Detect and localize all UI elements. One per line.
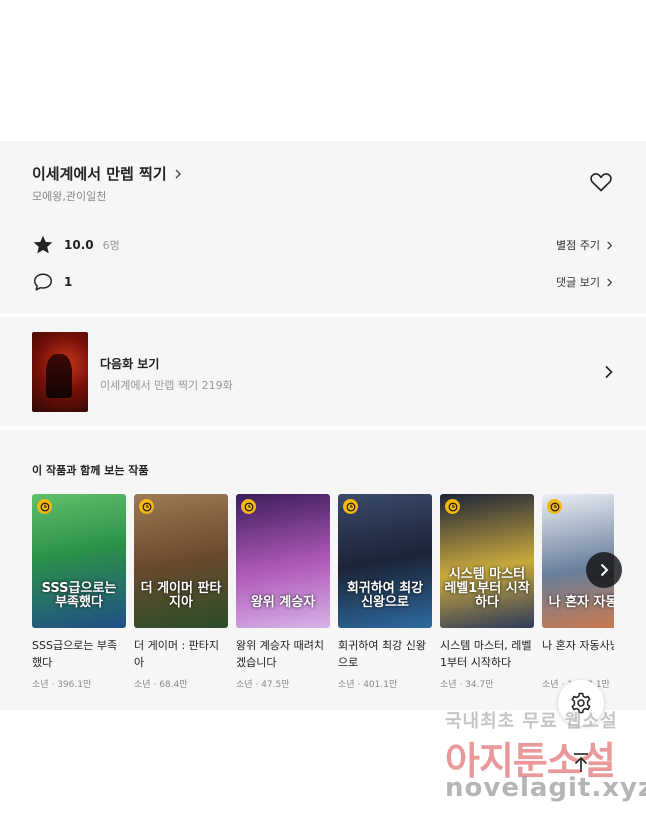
recommendation-card[interactable]: 회귀하여 최강신왕으로 회귀하여 최강 신왕으로 소년 · 401.1만	[338, 494, 432, 690]
card-meta: 소년 · 34.7만	[440, 677, 534, 690]
next-episode-subtitle: 이세계에서 만렙 찍기 219화	[100, 379, 233, 392]
clock-icon	[37, 499, 52, 514]
card-genre: 소년	[542, 680, 559, 690]
view-comments-button[interactable]: 댓글 보기	[556, 274, 614, 290]
recommendation-card[interactable]: SSS급으로는 부족했다 SSS급으로는 부족했다 소년 · 396.1만	[32, 494, 126, 690]
meta-separator: ·	[357, 680, 361, 690]
card-views: 47.5만	[261, 680, 290, 690]
star-icon	[33, 235, 53, 254]
clock-icon	[241, 499, 256, 514]
card-meta: 소년 · 401.1만	[338, 677, 432, 690]
meta-separator: ·	[153, 680, 157, 690]
chevron-right-icon	[600, 563, 609, 577]
card-genre: 소년	[134, 680, 151, 690]
card-title[interactable]: SSS급으로는 부족했다	[32, 637, 126, 671]
card-title[interactable]: 왕위 계승자 때려치겠습니다	[236, 637, 330, 671]
cover-title-art: 시스템 마스터 레벨1부터 시작하다	[444, 567, 530, 610]
card-cover[interactable]: SSS급으로는 부족했다	[32, 494, 126, 628]
heart-icon[interactable]	[589, 170, 613, 194]
rating-count: 6명	[102, 239, 120, 252]
rating-row: 10.0 6명 별점 주기	[32, 234, 614, 256]
cover-title-art: 회귀하여 최강신왕으로	[346, 581, 424, 610]
card-cover[interactable]: 더 게이머 판타지아	[134, 494, 228, 628]
recommendations-panel: 이 작품과 함께 보는 작품 SSS급으로는 부족했다 SSS급으로는 부족했다…	[0, 430, 646, 710]
card-views: 68.4만	[159, 680, 188, 690]
card-cover[interactable]: 왕위 계승자	[236, 494, 330, 628]
card-title[interactable]: 나 혼자 자동사냥	[542, 637, 614, 671]
meta-separator: ·	[459, 680, 463, 690]
carousel-next-button[interactable]	[586, 552, 622, 588]
card-meta: 소년 · 396.1만	[32, 677, 126, 690]
card-title[interactable]: 시스템 마스터, 레벨 1부터 시작하다	[440, 637, 534, 671]
recommendation-carousel: SSS급으로는 부족했다 SSS급으로는 부족했다 소년 · 396.1만 더 …	[32, 494, 614, 694]
watermark-line-3: novelagit.xyz	[445, 773, 646, 803]
comment-icon	[34, 273, 52, 291]
meta-separator: ·	[255, 680, 259, 690]
comment-count: 1	[64, 275, 73, 289]
chevron-right-icon	[607, 277, 613, 287]
work-title-link[interactable]: 이세계에서 만렙 찍기	[32, 163, 183, 184]
work-author: 모에왕,관이일천	[32, 190, 107, 203]
clock-icon	[139, 499, 154, 514]
recommendations-heading: 이 작품과 함께 보는 작품	[32, 464, 149, 477]
clock-icon	[343, 499, 358, 514]
work-info-panel: 이세계에서 만렙 찍기 모에왕,관이일천 10.0 6명 별점 주기 1 댓글 …	[0, 141, 646, 313]
card-genre: 소년	[440, 680, 457, 690]
card-genre: 소년	[32, 680, 49, 690]
chevron-right-icon[interactable]	[603, 365, 615, 379]
card-views: 396.1만	[57, 680, 92, 690]
rate-button-label: 별점 주기	[556, 239, 600, 252]
card-title[interactable]: 회귀하여 최강 신왕으로	[338, 637, 432, 671]
card-views: 401.1만	[363, 680, 398, 690]
next-episode-thumbnail[interactable]	[32, 332, 88, 412]
card-genre: 소년	[236, 680, 253, 690]
scroll-top-button[interactable]	[566, 748, 596, 778]
chevron-right-icon	[175, 169, 181, 178]
card-views: 34.7만	[465, 680, 494, 690]
next-episode-label[interactable]: 다음화 보기	[100, 355, 159, 372]
clock-icon	[445, 499, 460, 514]
view-comments-label: 댓글 보기	[556, 276, 600, 289]
rating-value: 10.0	[64, 238, 94, 252]
card-cover[interactable]: 시스템 마스터 레벨1부터 시작하다	[440, 494, 534, 628]
cover-title-art: 나 혼자 자동사	[548, 595, 614, 610]
clock-icon	[547, 499, 562, 514]
chevron-right-icon	[607, 240, 613, 250]
next-episode-panel[interactable]: 다음화 보기 이세계에서 만렙 찍기 219화	[0, 317, 646, 426]
rate-button[interactable]: 별점 주기	[556, 237, 614, 253]
card-genre: 소년	[338, 680, 355, 690]
recommendation-card[interactable]: 더 게이머 판타지아 더 게이머 : 판타지아 소년 · 68.4만	[134, 494, 228, 690]
card-meta: 소년 · 68.4만	[134, 677, 228, 690]
card-title[interactable]: 더 게이머 : 판타지아	[134, 637, 228, 671]
work-title[interactable]: 이세계에서 만렙 찍기	[32, 163, 167, 184]
cover-title-art: 더 게이머 판타지아	[140, 581, 222, 610]
recommendation-card[interactable]: 왕위 계승자 왕위 계승자 때려치겠습니다 소년 · 47.5만	[236, 494, 330, 690]
cover-title-art: 왕위 계승자	[250, 595, 316, 610]
recommendation-card[interactable]: 시스템 마스터 레벨1부터 시작하다 시스템 마스터, 레벨 1부터 시작하다 …	[440, 494, 534, 690]
meta-separator: ·	[51, 680, 55, 690]
cover-title-art: SSS급으로는 부족했다	[41, 581, 117, 610]
comments-row: 1 댓글 보기	[32, 271, 614, 293]
card-meta: 소년 · 47.5만	[236, 677, 330, 690]
arrow-up-icon	[574, 753, 588, 772]
card-cover[interactable]: 회귀하여 최강신왕으로	[338, 494, 432, 628]
recommendation-card[interactable]: 나 혼자 자동사 나 혼자 자동사냥 소년 · 1,068.1만	[542, 494, 614, 690]
